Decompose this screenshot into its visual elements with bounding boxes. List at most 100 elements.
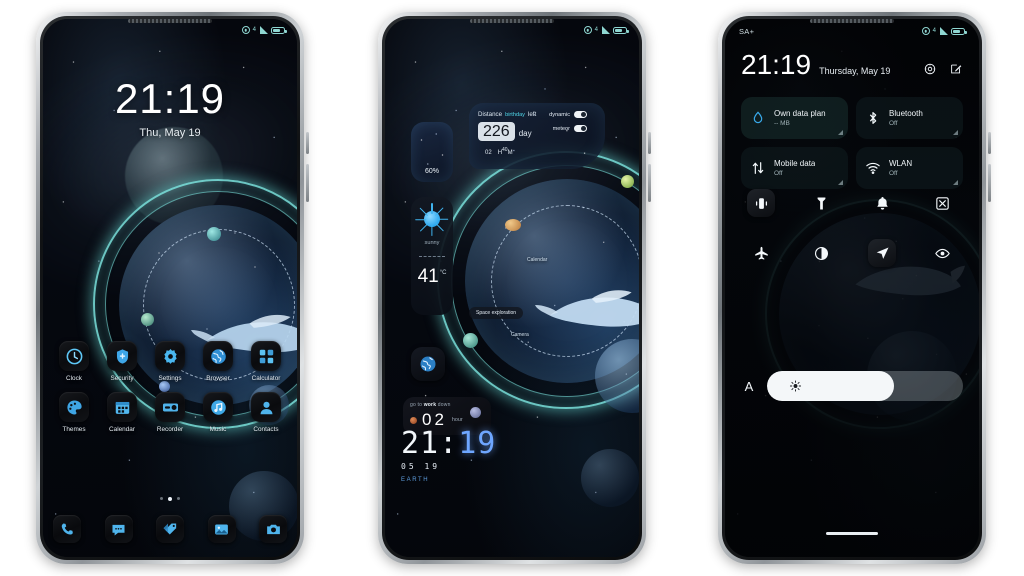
app-label: Contacts <box>253 426 279 433</box>
header-icons <box>923 62 963 76</box>
app-browser[interactable]: Browser <box>195 341 241 382</box>
app-row-2: Themes Calendar Recorder Music Contacts <box>51 392 289 433</box>
status-bar-2: 4 <box>385 19 639 41</box>
status-bar-1: 4 <box>43 19 297 41</box>
tile-expand-corner[interactable] <box>838 130 843 135</box>
tile-title: Mobile data <box>774 159 816 168</box>
network-tick-label: 4 <box>932 28 936 34</box>
toggle-eye-comfort[interactable] <box>929 239 957 267</box>
brightness-slider[interactable] <box>767 371 963 401</box>
toggle-screenshot[interactable] <box>929 189 957 217</box>
tile-wlan[interactable]: WLAN Off <box>856 147 963 189</box>
toggle-flashlight[interactable] <box>808 189 836 217</box>
orbit-label-space-exploration[interactable]: Space exploration <box>469 307 524 319</box>
toggle-dark-mode[interactable] <box>808 239 836 267</box>
toggle-switch[interactable] <box>574 125 587 132</box>
divider <box>419 256 445 257</box>
app-label: Settings <box>158 375 182 382</box>
toggle-ringer[interactable] <box>868 189 896 217</box>
switch-dynamic[interactable]: dynamic <box>549 111 587 118</box>
toggle-vibrate[interactable] <box>747 189 775 217</box>
app-contacts[interactable]: Contacts <box>243 392 289 433</box>
header-date: Thursday, May 19 <box>819 66 891 76</box>
tile-expand-corner[interactable] <box>838 180 843 185</box>
alarm-icon <box>583 26 592 34</box>
page-dot <box>160 497 163 500</box>
phone-icon[interactable] <box>53 515 81 543</box>
tile-own-data-plan[interactable]: Own data plan -- MB <box>741 97 848 139</box>
tile-title: Own data plan <box>774 109 826 118</box>
globe-icon <box>203 341 233 371</box>
orbit-label-camera[interactable]: Camera <box>511 332 529 338</box>
clock-widget-time: 21:19 <box>401 426 497 461</box>
weather-condition: sunny <box>424 240 440 246</box>
switch-meteor[interactable]: meteor <box>549 125 587 132</box>
tile-expand-corner[interactable] <box>953 180 958 185</box>
alarm-icon <box>921 27 930 35</box>
page-indicator[interactable] <box>43 497 297 501</box>
wifi-icon <box>866 162 880 174</box>
app-label: Calculator <box>251 375 281 382</box>
flashlight-icon <box>817 196 826 210</box>
app-themes[interactable]: Themes <box>51 392 97 433</box>
app-calendar[interactable]: Calendar <box>99 392 145 433</box>
app-music[interactable]: Music <box>195 392 241 433</box>
themes-tag-icon[interactable] <box>156 515 184 543</box>
app-label: Themes <box>62 426 86 433</box>
tile-bluetooth[interactable]: Bluetooth Off <box>856 97 963 139</box>
toggle-airplane-mode[interactable] <box>747 239 775 267</box>
dock <box>49 515 291 543</box>
phone-device-2: 4 60% sunny 41°C go to work down 02 hour… <box>378 12 651 564</box>
status-right: 4 <box>583 26 629 34</box>
app-calculator[interactable]: Calculator <box>243 341 289 382</box>
tile-mobile-data[interactable]: Mobile data Off <box>741 147 848 189</box>
toggle-location[interactable] <box>868 239 897 267</box>
auto-brightness-label[interactable]: A <box>741 379 757 394</box>
home-indicator[interactable] <box>826 532 878 535</box>
battery-widget[interactable]: 60% <box>411 122 453 182</box>
distance-hours: 02 <box>485 150 492 156</box>
data-drop-icon <box>753 111 763 124</box>
calendar-icon <box>107 392 137 422</box>
alarm-icon <box>241 26 250 34</box>
toggle-row-1 <box>741 189 963 217</box>
shield-icon <box>107 341 137 371</box>
lockscreen-date: Thu, May 19 <box>139 127 201 139</box>
battery-widget-value: 60% <box>424 168 439 175</box>
settings-gear-icon[interactable] <box>923 62 937 76</box>
clock-widget-2[interactable]: 21:19 05 19 EARTH <box>401 426 497 484</box>
page-dot-active <box>168 497 172 501</box>
widget-switches: dynamic meteor <box>549 111 587 132</box>
toggle-switch[interactable] <box>574 111 587 118</box>
app-grid: Clock Security Settings Browser Calculat… <box>51 341 289 443</box>
status-right: 4 <box>921 27 967 35</box>
app-recorder[interactable]: Recorder <box>147 392 193 433</box>
control-center-header: 21:19 Thursday, May 19 <box>741 51 963 79</box>
battery-icon <box>271 26 287 34</box>
app-security[interactable]: Security <box>99 341 145 382</box>
battery-icon <box>613 26 629 34</box>
tile-expand-corner[interactable] <box>953 130 958 135</box>
edit-pencil-icon[interactable] <box>949 62 963 76</box>
app-clock[interactable]: Clock <box>51 341 97 382</box>
control-center: SA+ 4 21:19 Thursday, May 19 Own data pl… <box>725 19 979 557</box>
airplane-mode-icon <box>754 246 768 260</box>
messages-icon[interactable] <box>104 515 133 543</box>
quick-toggles <box>741 189 963 289</box>
clock-widget-subtitle: EARTH <box>401 477 430 483</box>
phone3-bezel: SA+ 4 21:19 Thursday, May 19 Own data pl… <box>722 16 982 560</box>
gallery-icon[interactable] <box>207 515 236 543</box>
bluetooth-icon <box>869 112 877 124</box>
weather-widget[interactable]: sunny 41°C <box>411 197 453 315</box>
palette-icon <box>59 392 89 422</box>
tile-subtitle: Off <box>889 170 898 177</box>
distance-unit: day <box>518 129 532 138</box>
switch-label: dynamic <box>549 111 570 118</box>
orbit-label-calendar[interactable]: Calendar <box>527 257 547 263</box>
camera-icon[interactable] <box>259 515 287 543</box>
app-settings[interactable]: Settings <box>147 341 193 382</box>
earth-widget[interactable] <box>411 347 445 381</box>
app-label: Security <box>110 375 134 382</box>
dark-mode-icon <box>815 246 829 260</box>
music-note-icon <box>203 392 233 422</box>
